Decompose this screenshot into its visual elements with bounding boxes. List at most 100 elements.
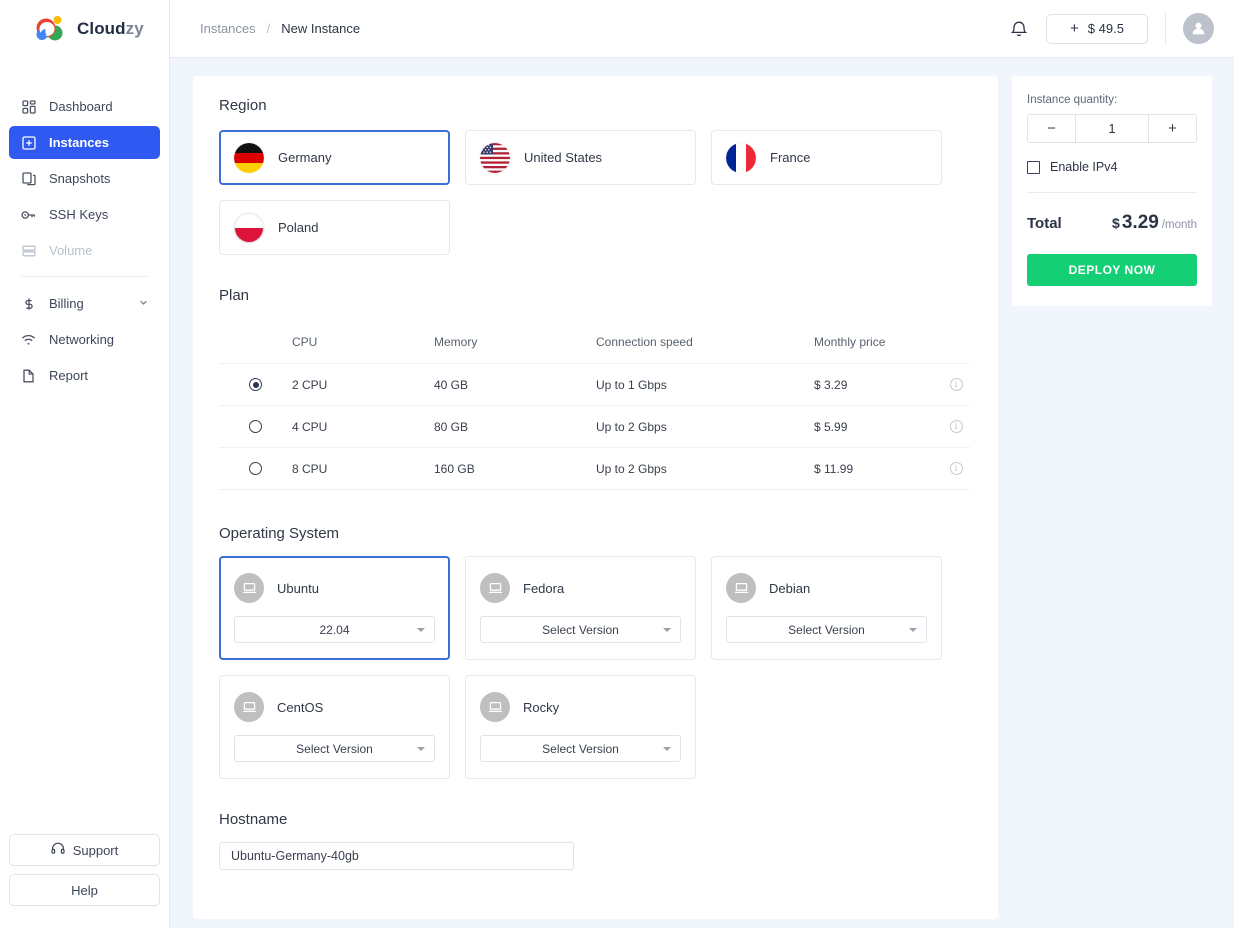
total-amount: $ 3.29 /month <box>1112 212 1197 234</box>
info-circle-icon[interactable]: i <box>949 378 963 391</box>
sidebar-divider <box>21 276 148 277</box>
ipv4-checkbox[interactable] <box>1027 160 1040 174</box>
info-circle-icon[interactable]: i <box>949 420 963 433</box>
plan-radio-2cpu[interactable] <box>249 378 262 391</box>
notification-bell-icon[interactable] <box>1009 18 1029 40</box>
chevron-down-icon[interactable] <box>138 296 149 311</box>
topbar: Instances / New Instance + $ 49.5 <box>170 0 1234 58</box>
region-card-germany[interactable]: Germany <box>219 130 450 185</box>
app-root: Cloudzy Dashboard Instances Snapshots SS… <box>0 0 1234 928</box>
sidebar-item-networking[interactable]: Networking <box>9 323 160 356</box>
brand-name-accent: zy <box>125 19 144 38</box>
hostname-input[interactable] <box>219 842 574 870</box>
instances-plus-box-icon <box>20 134 37 151</box>
region-grid: Germany United States France Poland <box>219 130 970 255</box>
os-version-select-ubuntu[interactable]: 22.04 <box>234 616 435 643</box>
dashboard-grid-icon <box>20 98 37 115</box>
page-canvas: Region Germany United States France Pola… <box>170 58 1234 928</box>
support-button[interactable]: Support <box>9 834 160 866</box>
chevron-down-icon <box>417 746 425 751</box>
breadcrumb: Instances / New Instance <box>200 21 360 36</box>
support-label: Support <box>72 842 119 858</box>
os-card-rocky[interactable]: Rocky Select Version <box>465 675 696 779</box>
volume-storage-icon <box>20 242 37 259</box>
instance-quantity-label: Instance quantity: <box>1027 94 1118 106</box>
sidebar-nav: Dashboard Instances Snapshots SSH Keys V… <box>0 90 169 395</box>
breadcrumb-current: New Instance <box>281 21 361 36</box>
plan-radio-4cpu[interactable] <box>249 420 262 433</box>
table-row[interactable]: 4 CPU 80 GB Up to 2 Gbps $ 5.99 i <box>219 406 970 448</box>
quantity-increment-button[interactable]: + <box>1149 115 1196 142</box>
total-row: Total $ 3.29 /month <box>1027 212 1197 234</box>
enable-ipv4-row[interactable]: Enable IPv4 <box>1027 160 1197 174</box>
instance-form-card: Region Germany United States France Pola… <box>193 76 998 919</box>
os-grid: Ubuntu 22.04 Fedora Select Version Debia… <box>219 556 970 779</box>
os-card-centos[interactable]: CentOS Select Version <box>219 675 450 779</box>
brand[interactable]: Cloudzy <box>0 0 169 58</box>
region-label: United States <box>524 150 603 165</box>
quantity-value[interactable]: 1 <box>1075 115 1149 142</box>
sidebar-footer: Support Help <box>0 834 169 928</box>
os-card-fedora[interactable]: Fedora Select Version <box>465 556 696 660</box>
sidebar-item-dashboard[interactable]: Dashboard <box>9 90 160 123</box>
breadcrumb-parent[interactable]: Instances <box>200 21 256 36</box>
order-summary-panel: Instance quantity: − 1 + Enable IPv4 Tot… <box>1012 76 1212 306</box>
info-circle-icon[interactable]: i <box>949 462 963 475</box>
deploy-now-button[interactable]: DEPLOY NOW <box>1027 254 1197 286</box>
quantity-decrement-button[interactable]: − <box>1028 115 1075 142</box>
sidebar-item-label: SSH Keys <box>49 207 109 222</box>
region-card-united-states[interactable]: United States <box>465 130 696 185</box>
snapshots-copy-icon <box>20 170 37 187</box>
os-name: Ubuntu <box>277 580 319 596</box>
add-credit-icon: + <box>1070 20 1079 37</box>
flag-france <box>726 142 756 173</box>
table-row[interactable]: 2 CPU 40 GB Up to 1 Gbps $ 3.29 i <box>219 364 970 406</box>
sidebar-item-report[interactable]: Report <box>9 359 160 392</box>
plan-radio-8cpu[interactable] <box>249 462 262 475</box>
os-card-debian[interactable]: Debian Select Version <box>711 556 942 660</box>
column-header-connection-speed: Connection speed <box>596 334 693 349</box>
os-monitor-icon <box>726 573 756 603</box>
os-section-title: Operating System <box>219 525 340 542</box>
os-version-select-centos[interactable]: Select Version <box>234 735 435 762</box>
sidebar-item-label: Volume <box>49 243 93 258</box>
topbar-divider <box>1165 12 1166 45</box>
os-version-value: Select Version <box>542 622 619 637</box>
os-version-select-debian[interactable]: Select Version <box>726 616 927 643</box>
sidebar-item-billing[interactable]: Billing <box>9 287 160 320</box>
plan-speed: Up to 2 Gbps <box>596 461 667 476</box>
report-document-icon <box>20 367 37 384</box>
credit-balance-button[interactable]: + $ 49.5 <box>1046 13 1148 44</box>
plan-speed: Up to 1 Gbps <box>596 377 667 392</box>
os-version-value: 22.04 <box>319 622 350 637</box>
os-card-ubuntu[interactable]: Ubuntu 22.04 <box>219 556 450 660</box>
sidebar-item-ssh-keys[interactable]: SSH Keys <box>9 198 160 231</box>
networking-wifi-icon <box>20 331 37 348</box>
billing-dollar-icon <box>20 295 37 312</box>
user-avatar-icon[interactable] <box>1183 13 1214 44</box>
chevron-down-icon <box>909 627 917 632</box>
breadcrumb-separator: / <box>266 21 271 36</box>
region-card-poland[interactable]: Poland <box>219 200 450 255</box>
table-row[interactable]: 8 CPU 160 GB Up to 2 Gbps $ 11.99 i <box>219 448 970 490</box>
chevron-down-icon <box>417 627 425 632</box>
region-card-france[interactable]: France <box>711 130 942 185</box>
total-label: Total <box>1027 215 1062 232</box>
cloudzy-logo-icon <box>33 14 77 44</box>
sidebar-item-instances[interactable]: Instances <box>9 126 160 159</box>
plan-price: $ 11.99 <box>814 461 854 476</box>
chevron-down-icon <box>663 627 671 632</box>
sidebar-item-snapshots[interactable]: Snapshots <box>9 162 160 195</box>
flag-united-states <box>480 142 510 173</box>
total-currency: $ <box>1112 215 1120 231</box>
sidebar-item-volume[interactable]: Volume <box>9 234 160 267</box>
ipv4-label: Enable IPv4 <box>1050 160 1118 174</box>
help-button[interactable]: Help <box>9 874 160 906</box>
credit-amount: $ 49.5 <box>1087 21 1124 36</box>
os-monitor-icon <box>234 573 264 603</box>
headset-icon <box>51 842 65 858</box>
os-version-select-rocky[interactable]: Select Version <box>480 735 681 762</box>
os-version-select-fedora[interactable]: Select Version <box>480 616 681 643</box>
hostname-section-title: Hostname <box>219 811 288 828</box>
plan-memory: 40 GB <box>434 377 469 392</box>
